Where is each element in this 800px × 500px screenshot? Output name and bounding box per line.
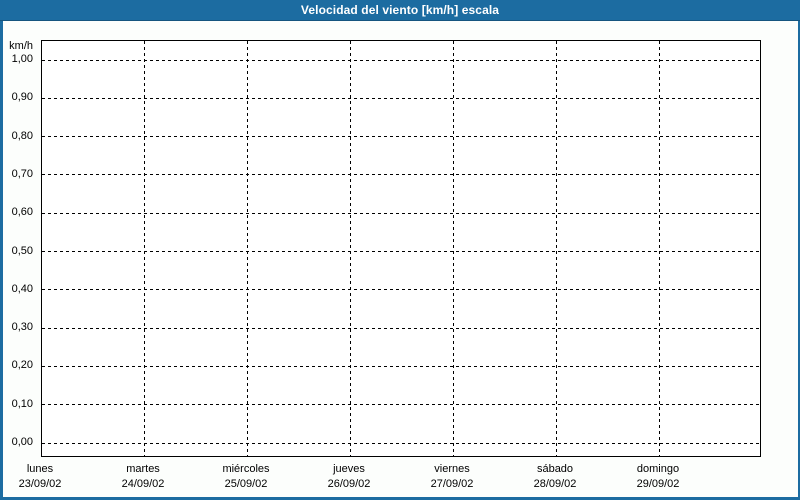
day-date: 27/09/02 (430, 478, 474, 490)
day-name: jueves (333, 463, 365, 475)
x-axis-day-label: viernes 27/09/02 (401, 462, 503, 492)
x-axis-day-label: miércoles 25/09/02 (195, 462, 297, 492)
day-date: 29/09/02 (636, 478, 680, 490)
y-tick-label: 0,50 (11, 245, 33, 257)
y-tick-label: 0,20 (11, 359, 33, 371)
day-date: 24/09/02 (121, 478, 165, 490)
y-tick-label: 0,30 (11, 321, 33, 333)
x-axis-day-label: martes 24/09/02 (92, 462, 194, 492)
y-tick-label: 0,00 (11, 436, 33, 448)
day-date: 25/09/02 (224, 478, 268, 490)
day-date: 28/09/02 (533, 478, 577, 490)
day-date: 23/09/02 (18, 478, 62, 490)
day-name: miércoles (222, 463, 270, 475)
y-tick-label: 0,40 (11, 283, 33, 295)
day-name: martes (126, 463, 160, 475)
day-name: sábado (536, 463, 574, 475)
day-name: domingo (636, 463, 680, 475)
chart-title-bar: Velocidad del viento [km/h] escala (0, 0, 800, 21)
x-axis-day-label: domingo 29/09/02 (607, 462, 709, 492)
y-tick-label: 1,00 (11, 53, 33, 65)
y-tick-label: 0,10 (11, 398, 33, 410)
x-axis-day-label: sábado 28/09/02 (504, 462, 606, 492)
plot-area (41, 40, 761, 457)
y-tick-label: 0,90 (11, 91, 33, 103)
y-tick-label: 0,80 (11, 130, 33, 142)
y-tick-label: 0,70 (11, 168, 33, 180)
x-axis-day-label: lunes 23/09/02 (0, 462, 91, 492)
day-name: viernes (434, 463, 470, 475)
day-name: lunes (26, 463, 54, 475)
x-axis-day-label: jueves 26/09/02 (298, 462, 400, 492)
chart-window: Velocidad del viento [km/h] escala km/h … (0, 0, 800, 500)
day-date: 26/09/02 (327, 478, 371, 490)
gridlines (42, 41, 760, 456)
chart-title: Velocidad del viento [km/h] escala (300, 3, 500, 17)
y-tick-label: 0,60 (11, 206, 33, 218)
y-axis-unit-label: km/h (9, 40, 33, 52)
